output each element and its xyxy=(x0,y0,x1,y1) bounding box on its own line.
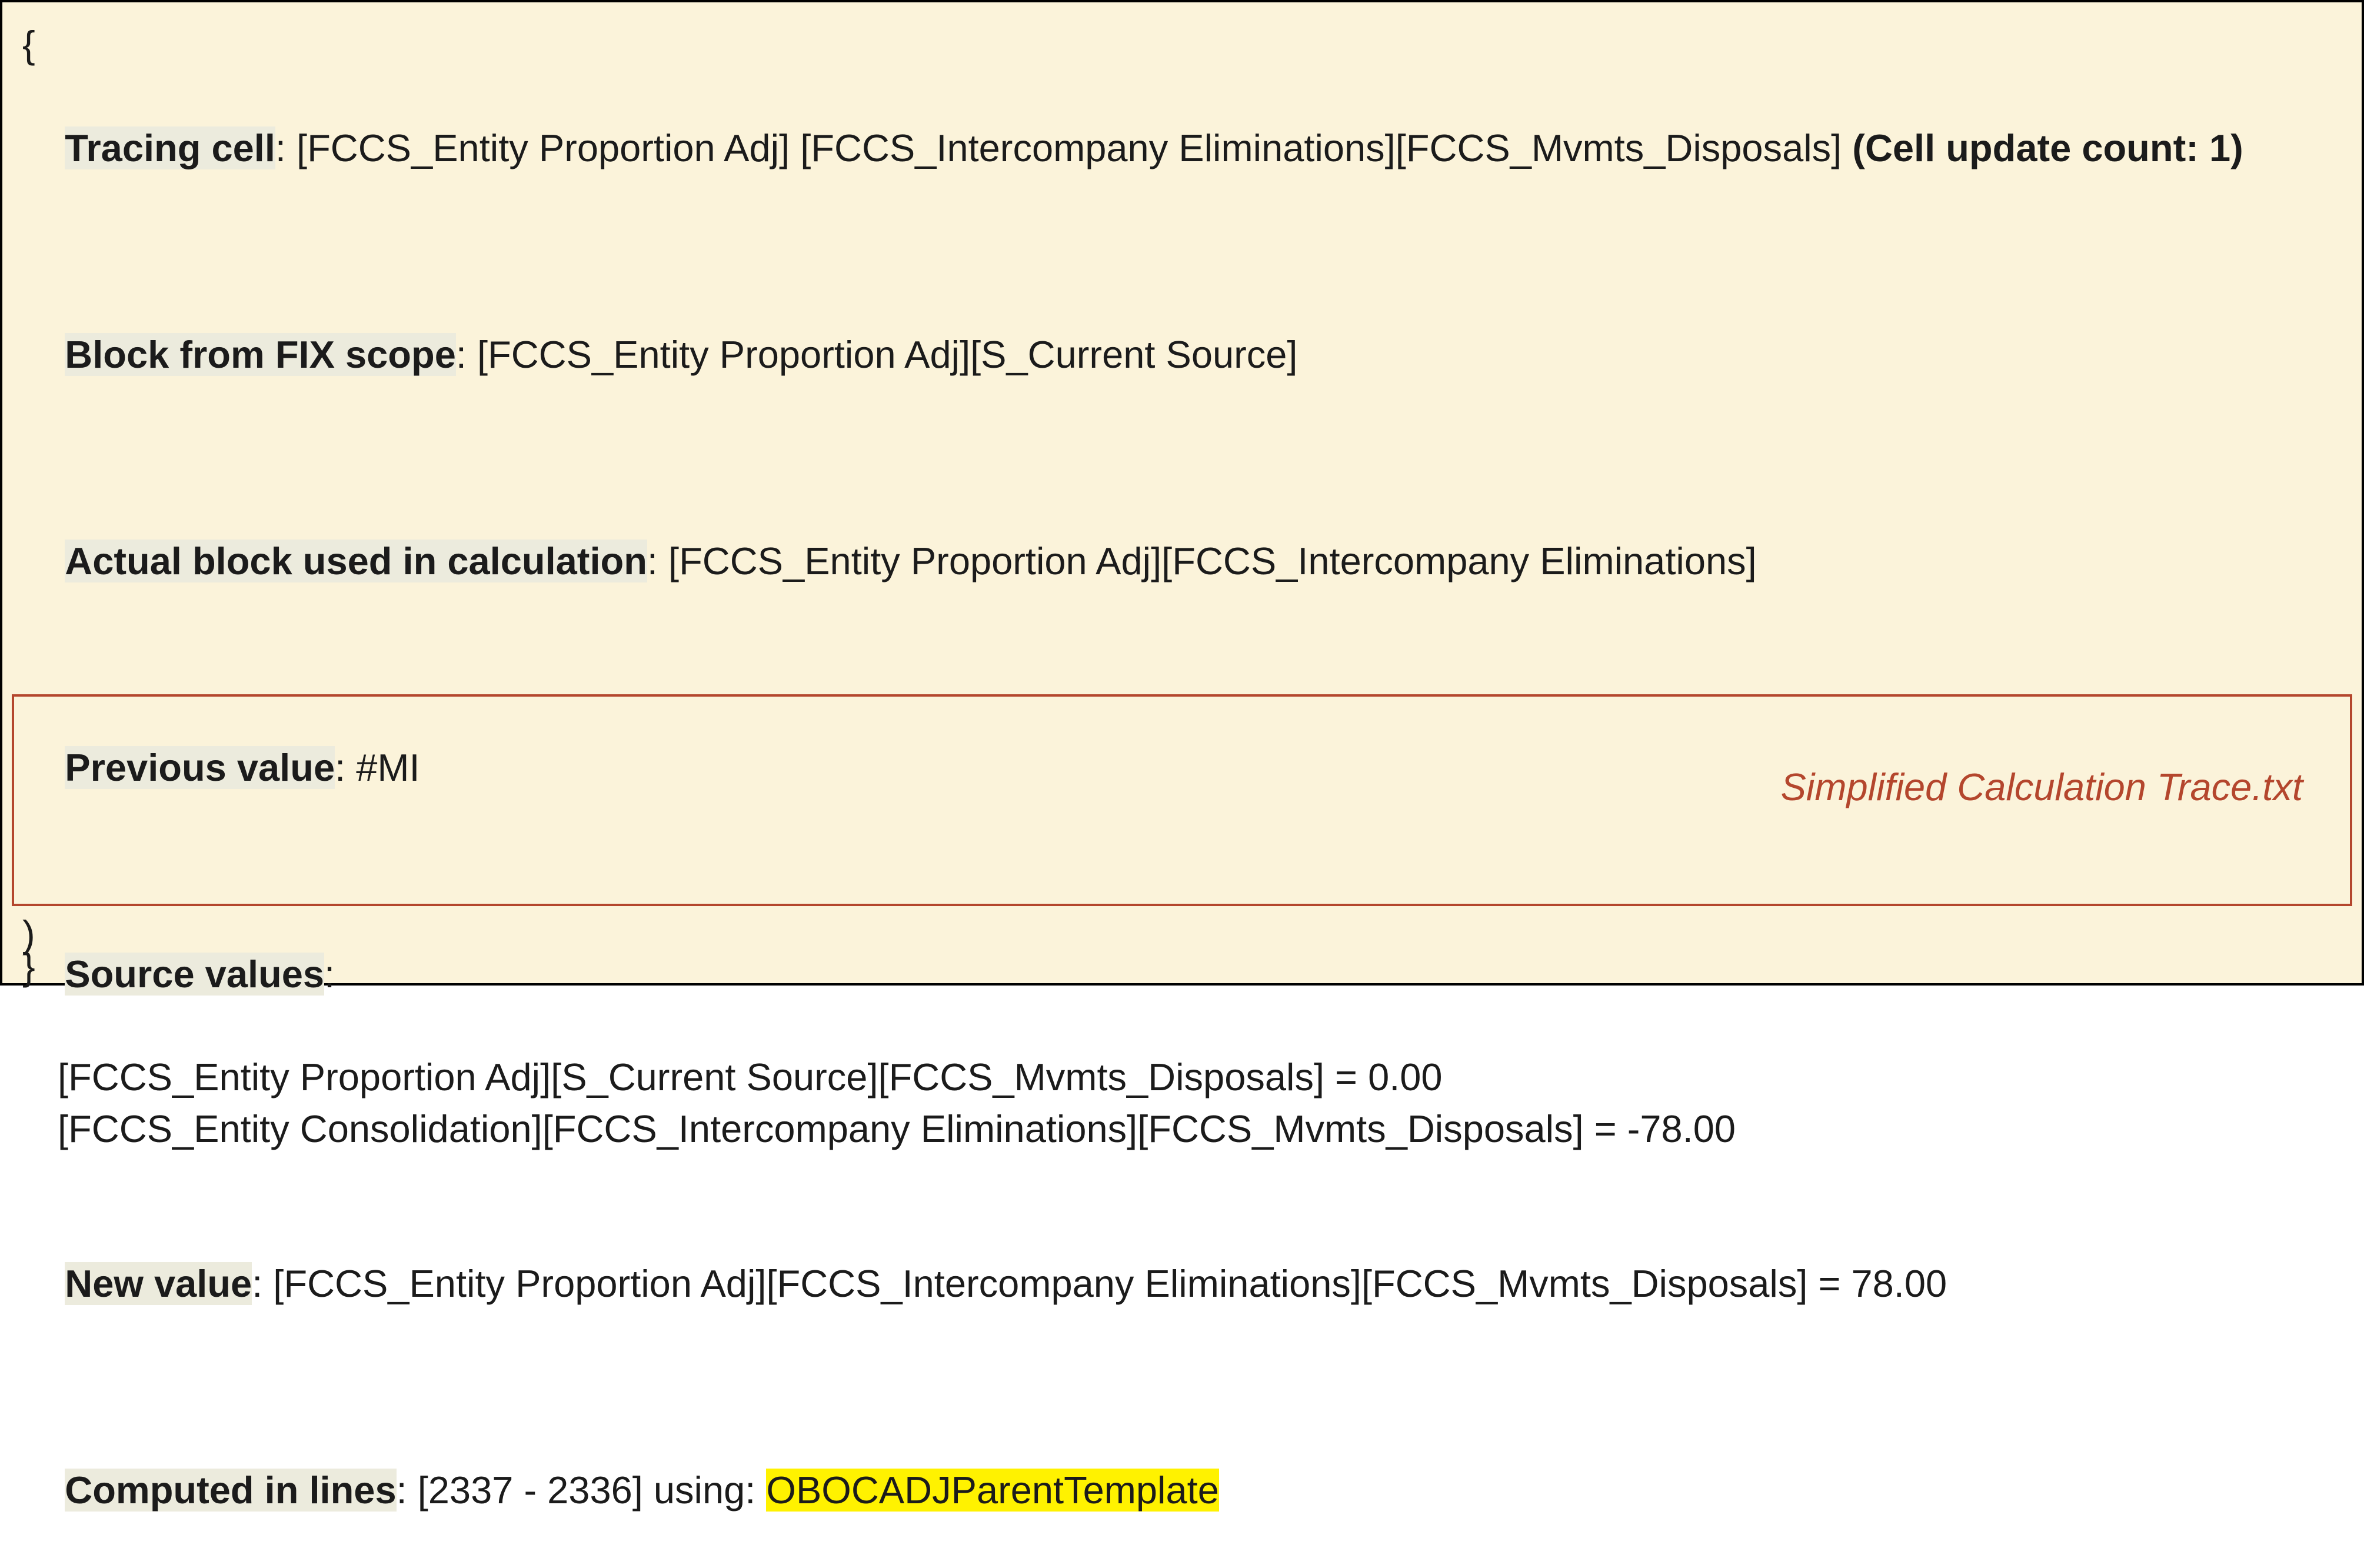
block-fix-row: Block from FIX scope: [FCCS_Entity Propo… xyxy=(22,277,2342,432)
source-values-label: Source values xyxy=(65,953,324,996)
tracing-cell-value: : [FCCS_Entity Proportion Adj] [FCCS_Int… xyxy=(275,126,1852,169)
previous-value-value: : #MI xyxy=(335,746,419,789)
source-values-row: Source values: xyxy=(22,897,2342,1051)
tracing-cell-label: Tracing cell xyxy=(65,126,275,169)
actual-block-row: Actual block used in calculation: [FCCS_… xyxy=(22,484,2342,638)
blank-6 xyxy=(22,1361,2342,1413)
previous-value-label: Previous value xyxy=(65,746,335,789)
computed-template: OBOCADJParentTemplate xyxy=(766,1469,1218,1512)
actual-block-value: : [FCCS_Entity Proportion Adj][FCCS_Inte… xyxy=(647,540,1757,582)
blank-2 xyxy=(22,432,2342,484)
blank-3 xyxy=(22,638,2342,690)
source-value-2: [FCCS_Entity Consolidation][FCCS_Interco… xyxy=(22,1103,2342,1155)
blank-5 xyxy=(22,1155,2342,1207)
new-value-row: New value: [FCCS_Entity Proportion Adj][… xyxy=(22,1206,2342,1361)
blank-4 xyxy=(22,845,2342,897)
actual-block-label: Actual block used in calculation xyxy=(65,540,647,582)
block-fix-value: : [FCCS_Entity Proportion Adj][S_Current… xyxy=(456,333,1298,376)
tracing-cell-row: Tracing cell: [FCCS_Entity Proportion Ad… xyxy=(22,71,2342,225)
trace-panel: { Tracing cell: [FCCS_Entity Proportion … xyxy=(0,0,2364,986)
cell-update-count: (Cell update count: 1) xyxy=(1852,126,2243,169)
computed-label: Computed in lines xyxy=(65,1469,396,1512)
source-value-1: [FCCS_Entity Proportion Adj][S_Current S… xyxy=(22,1051,2342,1103)
brace-open: { xyxy=(22,19,2342,71)
brace-close: } xyxy=(22,941,35,993)
block-fix-label: Block from FIX scope xyxy=(65,333,456,376)
new-value-label: New value xyxy=(65,1262,252,1305)
new-value-value: : [FCCS_Entity Proportion Adj][FCCS_Inte… xyxy=(252,1262,1947,1305)
blank-1 xyxy=(22,225,2342,277)
computed-value: : [2337 - 2336] using: xyxy=(397,1469,767,1512)
computed-row: Computed in lines: [2337 - 2336] using: … xyxy=(22,1413,2342,1567)
source-values-colon: : xyxy=(324,953,335,996)
callout-caption: Simplified Calculation Trace.txt xyxy=(1781,761,2303,813)
